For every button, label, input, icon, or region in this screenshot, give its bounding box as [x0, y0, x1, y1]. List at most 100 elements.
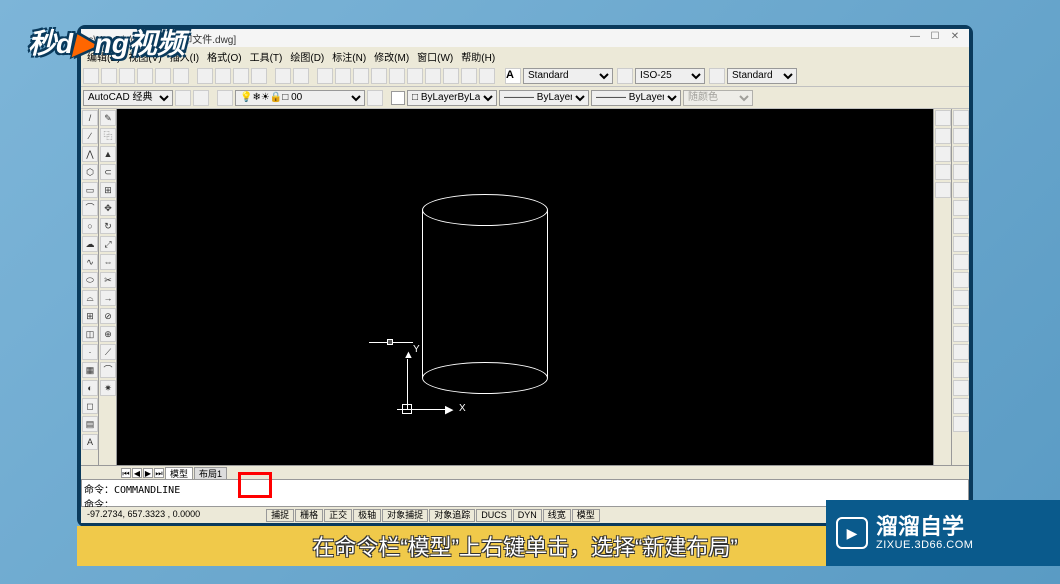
help-icon[interactable]: [479, 68, 495, 84]
status-model[interactable]: 模型: [572, 509, 600, 522]
maximize-button[interactable]: ☐: [929, 32, 941, 44]
redo-icon[interactable]: [293, 68, 309, 84]
tab-prev-icon[interactable]: ◀: [132, 468, 142, 478]
region-icon[interactable]: ◻: [82, 398, 98, 414]
calc-icon[interactable]: [461, 68, 477, 84]
text-style-select[interactable]: Standard: [523, 68, 613, 84]
menu-window[interactable]: 窗口(W): [413, 49, 457, 64]
mtext-icon[interactable]: A: [82, 434, 98, 450]
status-grid[interactable]: 栅格: [295, 509, 323, 522]
layer-prev-icon[interactable]: [367, 90, 383, 106]
zoom-icon[interactable]: [335, 68, 351, 84]
dim-dia-icon[interactable]: [953, 218, 969, 234]
status-snap[interactable]: 捕捉: [266, 509, 294, 522]
dim-update-icon[interactable]: [953, 416, 969, 432]
dim-base-icon[interactable]: [953, 272, 969, 288]
spline-icon[interactable]: ∿: [82, 254, 98, 270]
layer-tools-icon[interactable]: [217, 90, 233, 106]
copy-icon[interactable]: [215, 68, 231, 84]
menu-format[interactable]: 格式(O): [203, 49, 245, 64]
properties-icon[interactable]: [371, 68, 387, 84]
mirror-icon[interactable]: ▲: [100, 146, 116, 162]
insert-block-icon[interactable]: ⊞: [82, 308, 98, 324]
scale-icon[interactable]: ⤢: [100, 236, 116, 252]
layer-select[interactable]: 💡❄☀🔒□ 00: [235, 90, 365, 106]
menu-draw[interactable]: 绘图(D): [286, 49, 328, 64]
dim-arc-icon[interactable]: [953, 146, 969, 162]
point-icon[interactable]: ·: [82, 344, 98, 360]
tab-model[interactable]: 模型: [165, 467, 193, 479]
offset-icon[interactable]: ⊂: [100, 164, 116, 180]
new-icon[interactable]: [83, 68, 99, 84]
layer-manager-icon[interactable]: [193, 90, 209, 106]
menu-dimension[interactable]: 标注(N): [328, 49, 370, 64]
markup-icon[interactable]: [443, 68, 459, 84]
dist-icon[interactable]: [935, 110, 951, 126]
fillet-icon[interactable]: ⌒: [100, 362, 116, 378]
ellipse-icon[interactable]: ⬭: [82, 272, 98, 288]
trim-icon[interactable]: ✂: [100, 272, 116, 288]
stretch-icon[interactable]: ⇔: [100, 254, 116, 270]
paste-icon[interactable]: [233, 68, 249, 84]
dim-linear-icon[interactable]: [953, 110, 969, 126]
list-icon[interactable]: [935, 164, 951, 180]
dim-style-select[interactable]: ISO-25: [635, 68, 705, 84]
palette-icon[interactable]: [407, 68, 423, 84]
menu-help[interactable]: 帮助(H): [457, 49, 499, 64]
arc-icon[interactable]: ⌒: [82, 200, 98, 216]
undo-icon[interactable]: [275, 68, 291, 84]
make-block-icon[interactable]: ◫: [82, 326, 98, 342]
tab-layout1[interactable]: 布局1: [194, 467, 227, 479]
status-dyn[interactable]: DYN: [513, 509, 542, 522]
dim-quick-icon[interactable]: [953, 254, 969, 270]
explode-icon[interactable]: ✷: [100, 380, 116, 396]
tab-next-icon[interactable]: ▶: [143, 468, 153, 478]
extend-icon[interactable]: →: [100, 290, 116, 306]
lineweight-select[interactable]: ——— ByLayer: [591, 90, 681, 106]
table-style-icon[interactable]: [709, 68, 725, 84]
menu-tools[interactable]: 工具(T): [246, 49, 287, 64]
dim-edit-icon[interactable]: [953, 380, 969, 396]
status-ortho[interactable]: 正交: [324, 509, 352, 522]
color-select[interactable]: □ ByLayerByLayer: [407, 90, 497, 106]
zoom-prev-icon[interactable]: [353, 68, 369, 84]
publish-icon[interactable]: [173, 68, 189, 84]
matchprop-icon[interactable]: [251, 68, 267, 84]
status-ducs[interactable]: DUCS: [476, 509, 512, 522]
dim-tedit-icon[interactable]: [953, 398, 969, 414]
workspace-select[interactable]: AutoCAD 经典: [83, 90, 173, 106]
ssm-icon[interactable]: [425, 68, 441, 84]
join-icon[interactable]: ⊕: [100, 326, 116, 342]
dim-style-icon[interactable]: [617, 68, 633, 84]
print-icon[interactable]: [137, 68, 153, 84]
dim-aligned-icon[interactable]: [953, 128, 969, 144]
dim-ang-icon[interactable]: [953, 236, 969, 252]
area-icon[interactable]: [935, 128, 951, 144]
workspace-settings-icon[interactable]: [175, 90, 191, 106]
color-swatch[interactable]: [391, 91, 405, 105]
pan-icon[interactable]: [317, 68, 333, 84]
line-icon[interactable]: /: [82, 110, 98, 126]
rectangle-icon[interactable]: ▭: [82, 182, 98, 198]
revcloud-icon[interactable]: ☁: [82, 236, 98, 252]
dim-radius-icon[interactable]: [953, 182, 969, 198]
status-osnap[interactable]: 对象捕捉: [382, 509, 428, 522]
hatch-icon[interactable]: ▦: [82, 362, 98, 378]
rotate-icon[interactable]: ↻: [100, 218, 116, 234]
status-otrack[interactable]: 对象追踪: [429, 509, 475, 522]
polyline-icon[interactable]: ⋀: [82, 146, 98, 162]
cut-icon[interactable]: [197, 68, 213, 84]
region-mass-icon[interactable]: [935, 146, 951, 162]
ellipse-arc-icon[interactable]: ⌓: [82, 290, 98, 306]
status-lwt[interactable]: 线宽: [543, 509, 571, 522]
table-style-select[interactable]: Standard: [727, 68, 797, 84]
dcenter-icon[interactable]: [389, 68, 405, 84]
status-polar[interactable]: 极轴: [353, 509, 381, 522]
break-icon[interactable]: ⊘: [100, 308, 116, 324]
dim-jog-icon[interactable]: [953, 200, 969, 216]
tolerance-icon[interactable]: [953, 344, 969, 360]
copy-obj-icon[interactable]: ⿻: [100, 128, 116, 144]
dim-break-icon[interactable]: [953, 326, 969, 342]
id-icon[interactable]: [935, 182, 951, 198]
menu-modify[interactable]: 修改(M): [370, 49, 413, 64]
